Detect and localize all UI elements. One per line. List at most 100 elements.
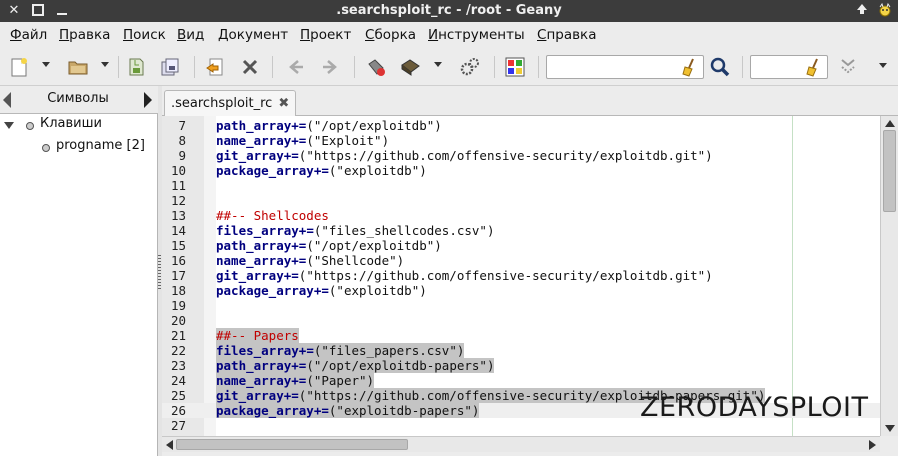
horizontal-scrollbar[interactable]: [162, 436, 880, 452]
toolbar-overflow-arrow[interactable]: [879, 63, 887, 68]
new-file-dropdown-arrow[interactable]: [42, 62, 50, 67]
open-file-button[interactable]: [66, 55, 90, 79]
search-field[interactable]: [546, 55, 704, 79]
code-line[interactable]: 7 path_array+=("/opt/exploitdb"): [162, 118, 880, 133]
code-line[interactable]: 20: [162, 313, 880, 328]
sidebar-tab-scroll-left[interactable]: [3, 92, 11, 108]
code-line[interactable]: 13 ##-- Shellcodes: [162, 208, 880, 223]
menu-help[interactable]: Справка: [537, 27, 597, 43]
open-file-dropdown-arrow[interactable]: [101, 62, 109, 67]
scroll-down-arrow[interactable]: [885, 425, 895, 432]
menu-edit[interactable]: Правка: [59, 27, 110, 43]
code-text: ##-- Shellcodes: [216, 208, 329, 223]
variable-token: package_array: [216, 163, 314, 178]
build-button[interactable]: [398, 55, 422, 79]
code-line[interactable]: 12: [162, 193, 880, 208]
operator-token: +=: [291, 133, 307, 148]
code-line[interactable]: 18 package_array+=("exploitdb"): [162, 283, 880, 298]
variable-token: package_array: [216, 283, 314, 298]
code-line[interactable]: 17 git_array+=("https://github.com/offens…: [162, 268, 880, 283]
variable-token: git_array: [216, 388, 284, 403]
value-token: ("files_papers.csv"): [313, 343, 465, 358]
scroll-right-arrow[interactable]: [869, 440, 876, 450]
find-button[interactable]: [708, 55, 732, 79]
operator-token: +=: [313, 163, 329, 178]
navigate-forward-button[interactable]: [318, 55, 342, 79]
menu-file[interactable]: Файл: [10, 27, 47, 43]
goto-line-button[interactable]: [836, 55, 860, 79]
compile-button[interactable]: [364, 55, 388, 79]
comment-token: ##-- Papers: [216, 328, 299, 343]
clear-broom-icon[interactable]: [804, 57, 824, 77]
tab-symbols[interactable]: Символы: [16, 86, 140, 114]
toolbar-separator: [354, 56, 355, 78]
code-line[interactable]: 15 path_array+=("/opt/exploitdb"): [162, 238, 880, 253]
code-line[interactable]: 8 name_array+=("Exploit"): [162, 133, 880, 148]
tree-item-keys[interactable]: Клавиши: [40, 114, 102, 134]
close-tab-icon[interactable]: ✖: [278, 96, 289, 111]
operator-token: +=: [313, 283, 329, 298]
menu-tools[interactable]: Инструменты: [428, 27, 525, 43]
line-number: 18: [170, 283, 186, 298]
save-all-button[interactable]: [158, 55, 182, 79]
code-line[interactable]: 16 name_array+=("Shellcode"): [162, 253, 880, 268]
color-chooser-button[interactable]: [503, 55, 527, 79]
save-button[interactable]: [124, 55, 148, 79]
symbol-variable-icon: [42, 144, 50, 152]
search-input[interactable]: [550, 58, 676, 76]
goto-line-field[interactable]: [750, 55, 828, 79]
code-text: name_array+=("Exploit"): [216, 133, 389, 148]
toolbar-separator: [118, 56, 119, 78]
menu-document[interactable]: Документ: [218, 27, 288, 43]
save-all-icon: [161, 58, 179, 76]
vertical-scrollbar[interactable]: [880, 116, 898, 436]
window-title: .searchsploit_rc - /root - Geany: [336, 3, 562, 18]
splitter-grip[interactable]: [158, 255, 161, 289]
preferences-button[interactable]: [458, 55, 482, 79]
menu-project[interactable]: Проект: [300, 27, 351, 43]
menu-search[interactable]: Поиск: [123, 27, 166, 43]
value-token: ("https://github.com/offensive-security/…: [298, 268, 713, 283]
vertical-scroll-thumb[interactable]: [883, 130, 896, 212]
variable-token: git_array: [216, 268, 284, 283]
code-line[interactable]: 9 git_array+=("https://github.com/offensi…: [162, 148, 880, 163]
tree-item-progname[interactable]: progname [2]: [56, 136, 145, 156]
code-line[interactable]: 24 name_array+=("Paper"): [162, 373, 880, 388]
revert-button[interactable]: [203, 55, 227, 79]
value-token: ("/opt/exploitdb"): [306, 118, 442, 133]
navigate-back-button[interactable]: [284, 55, 308, 79]
value-token: ("exploitdb-papers"): [328, 403, 480, 418]
new-file-button[interactable]: [7, 55, 31, 79]
variable-token: name_array: [216, 373, 292, 388]
menu-view[interactable]: Вид: [177, 27, 204, 43]
scroll-left-arrow[interactable]: [166, 440, 173, 450]
code-line[interactable]: 14 files_array+=("files_shellcodes.csv"): [162, 223, 880, 238]
arrow-left-icon: [289, 60, 303, 74]
horizontal-scroll-thumb[interactable]: [176, 439, 408, 450]
toolbar-separator: [494, 56, 495, 78]
value-token: ("exploitdb"): [328, 163, 427, 178]
goto-line-input[interactable]: [754, 58, 800, 76]
line-number: 15: [170, 238, 186, 253]
tree-expander-icon[interactable]: [4, 122, 14, 129]
code-line[interactable]: 22 files_array+=("files_papers.csv"): [162, 343, 880, 358]
value-token: ("Shellcode"): [306, 253, 405, 268]
document-tab[interactable]: .searchsploit_rc ✖: [164, 90, 297, 116]
sidebar-tab-scroll-right[interactable]: [144, 92, 152, 108]
menu-build[interactable]: Сборка: [365, 27, 416, 43]
code-line[interactable]: 10 package_array+=("exploitdb"): [162, 163, 880, 178]
scroll-up-arrow[interactable]: [885, 120, 895, 127]
code-line[interactable]: 19: [162, 298, 880, 313]
window-raise-button[interactable]: [854, 2, 870, 18]
code-editor[interactable]: 7 path_array+=("/opt/exploitdb") 8 name_arr…: [162, 116, 880, 436]
color-palette-icon: [505, 57, 525, 77]
code-line[interactable]: 21 ##-- Papers: [162, 328, 880, 343]
line-number: 7: [178, 118, 186, 133]
code-line[interactable]: 11: [162, 178, 880, 193]
close-document-button[interactable]: [238, 55, 262, 79]
operator-token: +=: [313, 403, 329, 418]
symbol-tree: Клавиши progname [2]: [0, 114, 158, 456]
code-line[interactable]: 23 path_array+=("/opt/exploitdb-papers"): [162, 358, 880, 373]
clear-broom-icon[interactable]: [680, 57, 700, 77]
build-dropdown-arrow[interactable]: [434, 62, 442, 67]
